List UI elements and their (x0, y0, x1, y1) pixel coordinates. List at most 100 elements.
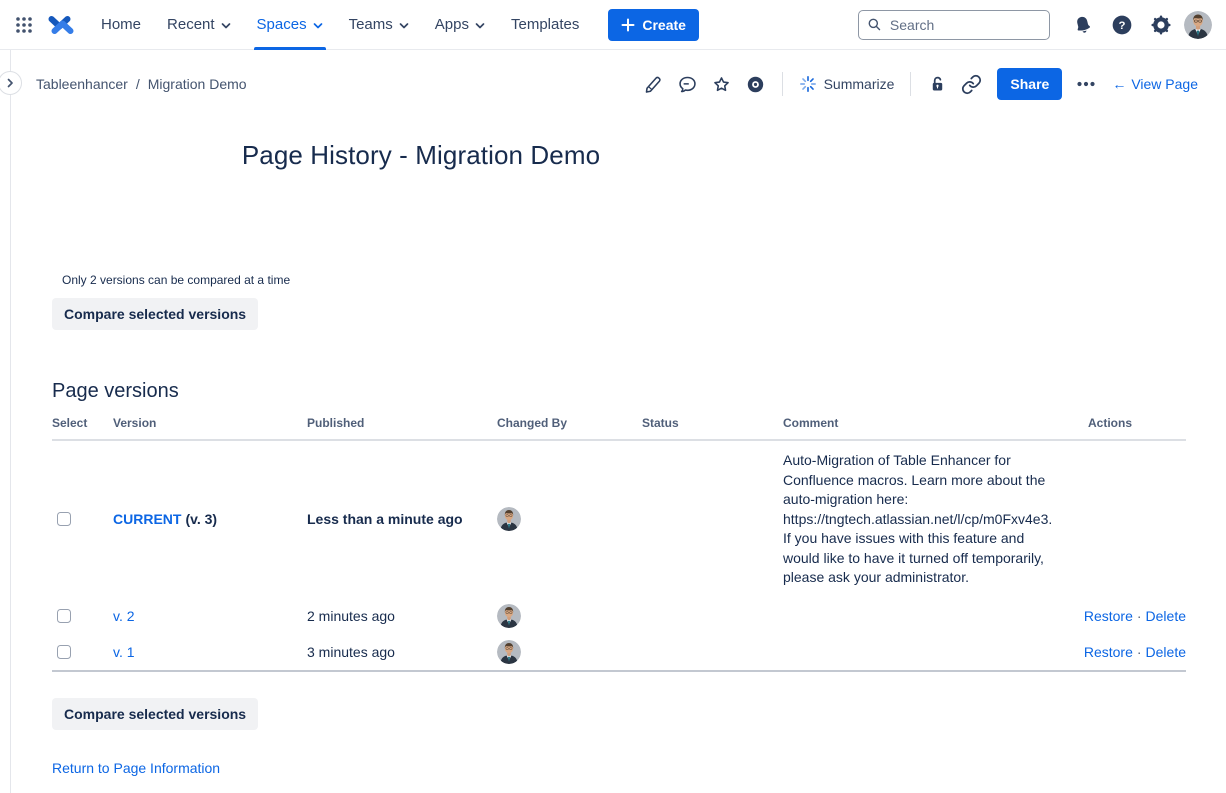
actions-cell: Restore · Delete (1073, 608, 1186, 624)
header-select: Select (52, 416, 113, 430)
ai-sparkle-icon (799, 75, 817, 93)
notifications-button[interactable] (1067, 9, 1099, 41)
published-cell: 3 minutes ago (307, 644, 497, 660)
primary-nav: Home Recent Spaces Teams Apps Templates (88, 0, 592, 50)
page-versions-table: Select Version Published Changed By Stat… (52, 416, 1186, 672)
comment-cell (783, 642, 1073, 662)
watch-button[interactable] (740, 68, 772, 100)
confluence-logo-icon (47, 11, 75, 39)
restrictions-button[interactable] (921, 68, 953, 100)
app-switcher-grid-icon (14, 15, 34, 35)
table-row-current-version: CURRENT (v. 3) Less than a minute ago Au… (52, 441, 1186, 598)
profile-button[interactable] (1184, 11, 1212, 39)
plus-icon (621, 18, 635, 32)
unlock-icon (927, 74, 948, 95)
comment-cell: Auto-Migration of Table Enhancer for Con… (783, 441, 1073, 598)
compare-selected-versions-button-bottom[interactable]: Compare selected versions (52, 698, 258, 730)
ellipsis-icon (1076, 74, 1096, 94)
chevron-down-icon (475, 22, 485, 30)
actions-cell: Restore · Delete (1073, 644, 1186, 660)
top-navigation-bar: Home Recent Spaces Teams Apps Templates … (0, 0, 1226, 50)
nav-item-home[interactable]: Home (88, 0, 154, 50)
table-row-v1: v. 1 3 minutes ago Restore · Delete (52, 634, 1186, 670)
select-version-checkbox[interactable] (57, 609, 71, 623)
copy-link-button[interactable] (955, 68, 987, 100)
chevron-right-icon (5, 78, 15, 88)
page-header: Tableenhancer / Migration Demo (0, 50, 1226, 112)
comments-button[interactable] (672, 68, 704, 100)
more-actions-button[interactable] (1070, 68, 1102, 100)
nav-item-spaces[interactable]: Spaces (244, 0, 336, 50)
page-versions-heading: Page versions (52, 380, 1186, 403)
return-to-page-information-link[interactable]: Return to Page Information (52, 760, 220, 776)
settings-button[interactable] (1145, 9, 1177, 41)
chevron-down-icon (313, 22, 323, 30)
compare-note: Only 2 versions can be compared at a tim… (62, 273, 1186, 287)
search-icon (867, 16, 882, 33)
toolbar-divider (782, 72, 783, 96)
search-input[interactable] (888, 16, 1041, 34)
table-header-row: Select Version Published Changed By Stat… (52, 416, 1186, 441)
view-page-link[interactable]: ← View Page (1112, 76, 1198, 92)
share-button[interactable]: Share (997, 68, 1062, 100)
published-cell: 2 minutes ago (307, 608, 497, 624)
breadcrumb-space-link[interactable]: Tableenhancer (36, 76, 128, 92)
changed-by-avatar (497, 507, 521, 531)
breadcrumb-separator: / (136, 76, 140, 92)
actions-separator: · (1137, 644, 1142, 660)
search-box[interactable] (858, 10, 1050, 40)
star-icon (711, 74, 732, 95)
toolbar-divider (910, 72, 911, 96)
app-switcher-button[interactable] (8, 9, 40, 41)
chevron-down-icon (221, 22, 231, 30)
compare-selected-versions-button-top[interactable]: Compare selected versions (52, 298, 258, 330)
version-link[interactable]: v. 2 (113, 608, 135, 624)
favourite-button[interactable] (706, 68, 738, 100)
select-version-checkbox[interactable] (57, 512, 71, 526)
delete-link[interactable]: Delete (1146, 644, 1186, 660)
nav-item-recent[interactable]: Recent (154, 0, 244, 50)
changed-by-avatar (497, 640, 521, 664)
header-version: Version (113, 416, 307, 430)
chevron-down-icon (399, 22, 409, 30)
actions-separator: · (1137, 608, 1142, 624)
version-link[interactable]: CURRENT (113, 511, 181, 527)
table-row-v2: v. 2 2 minutes ago Restore · Delete (52, 598, 1186, 634)
page-title: Page History - Migration Demo (52, 140, 790, 171)
header-comment: Comment (783, 416, 1073, 430)
version-number: (v. 3) (185, 511, 217, 527)
breadcrumb-page-link[interactable]: Migration Demo (148, 76, 247, 92)
left-arrow-icon: ← (1112, 76, 1126, 92)
create-button[interactable]: Create (608, 9, 699, 41)
user-avatar (1184, 11, 1212, 39)
confluence-home-button[interactable] (44, 9, 78, 41)
svg-text:?: ? (1119, 20, 1126, 32)
summarize-button[interactable]: Summarize (793, 68, 901, 100)
restore-link[interactable]: Restore (1084, 608, 1133, 624)
version-link[interactable]: v. 1 (113, 644, 135, 660)
delete-link[interactable]: Delete (1146, 608, 1186, 624)
edit-button[interactable] (638, 68, 670, 100)
breadcrumb: Tableenhancer / Migration Demo (36, 76, 247, 92)
comment-icon (677, 74, 698, 95)
link-icon (961, 74, 982, 95)
nav-item-templates[interactable]: Templates (498, 0, 592, 50)
header-actions: Actions (1073, 416, 1186, 430)
page-toolbar: Summarize Share ← View Page (638, 68, 1198, 100)
eye-icon (745, 74, 766, 95)
help-button[interactable]: ? (1106, 9, 1138, 41)
page-history-content: Page History - Migration Demo Only 2 ver… (0, 140, 1226, 778)
nav-right-cluster: ? (858, 9, 1212, 41)
select-version-checkbox[interactable] (57, 645, 71, 659)
pencil-icon (643, 74, 664, 95)
restore-link[interactable]: Restore (1084, 644, 1133, 660)
comment-cell (783, 606, 1073, 626)
header-changed-by: Changed By (497, 416, 642, 430)
nav-item-apps[interactable]: Apps (422, 0, 498, 50)
help-icon: ? (1111, 14, 1133, 36)
collapsed-sidebar-rail (10, 50, 11, 793)
nav-item-teams[interactable]: Teams (336, 0, 422, 50)
changed-by-avatar (497, 604, 521, 628)
gear-icon (1150, 14, 1172, 36)
header-published: Published (307, 416, 497, 430)
